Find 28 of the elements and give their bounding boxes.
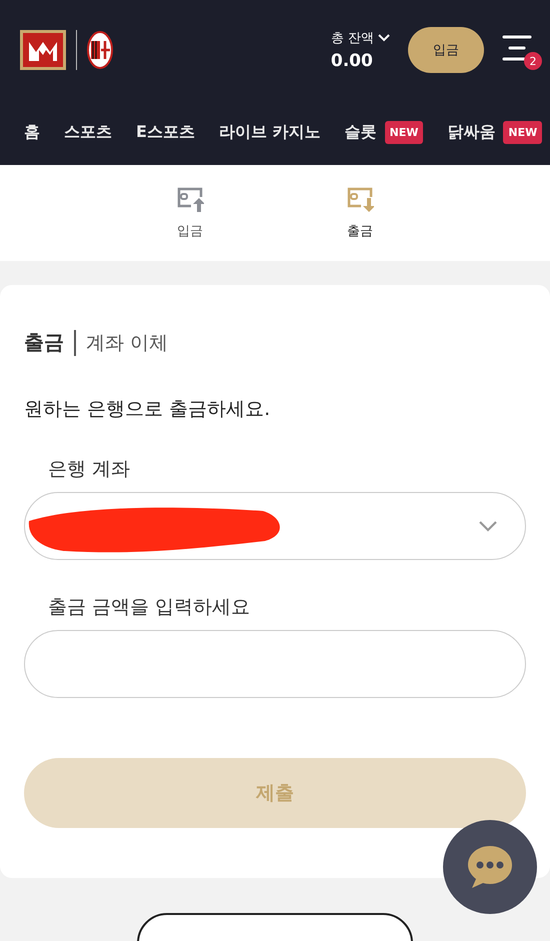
balance-label[interactable]: 총 잔액 [330, 29, 390, 47]
menu-icon[interactable] [502, 34, 532, 62]
section-subtitle: 계좌 이체 [86, 330, 168, 356]
club-crest-icon [87, 31, 113, 69]
new-badge: NEW [503, 121, 542, 144]
deposit-button[interactable]: 입금 [408, 27, 484, 73]
chat-bubble-icon [466, 844, 514, 890]
balance-amount: 0.00 [330, 51, 373, 71]
instruction-text: 원하는 은행으로 출금하세요. [24, 397, 272, 422]
transaction-tab[interactable]: 입금 [160, 165, 220, 261]
notification-badge: 2 [524, 52, 542, 70]
chevron-down-icon [479, 520, 497, 532]
wallet-upload-icon [176, 186, 204, 212]
nav-link[interactable]: E스포츠 [136, 122, 195, 143]
field-label: 출금 금액을 입력하세요 [48, 595, 252, 620]
chevron-down-icon [378, 34, 390, 42]
bank-account-select[interactable] [24, 492, 526, 560]
new-badge: NEW [384, 121, 424, 144]
wallet-download-icon [346, 186, 374, 212]
brand-logo [20, 30, 66, 70]
nav-link[interactable]: 라이브 카지노 [218, 122, 321, 143]
field-label: 은행 계좌 [48, 457, 132, 482]
nav-link[interactable]: 닭싸움 [447, 122, 496, 143]
nav-link[interactable]: 슬롯 [344, 122, 377, 143]
nav-link[interactable]: 스포츠 [64, 122, 112, 143]
section-title: 출금 [24, 329, 64, 356]
nav-link[interactable]: 홈 [24, 122, 40, 143]
transaction-tab[interactable]: 출금 [330, 165, 390, 261]
